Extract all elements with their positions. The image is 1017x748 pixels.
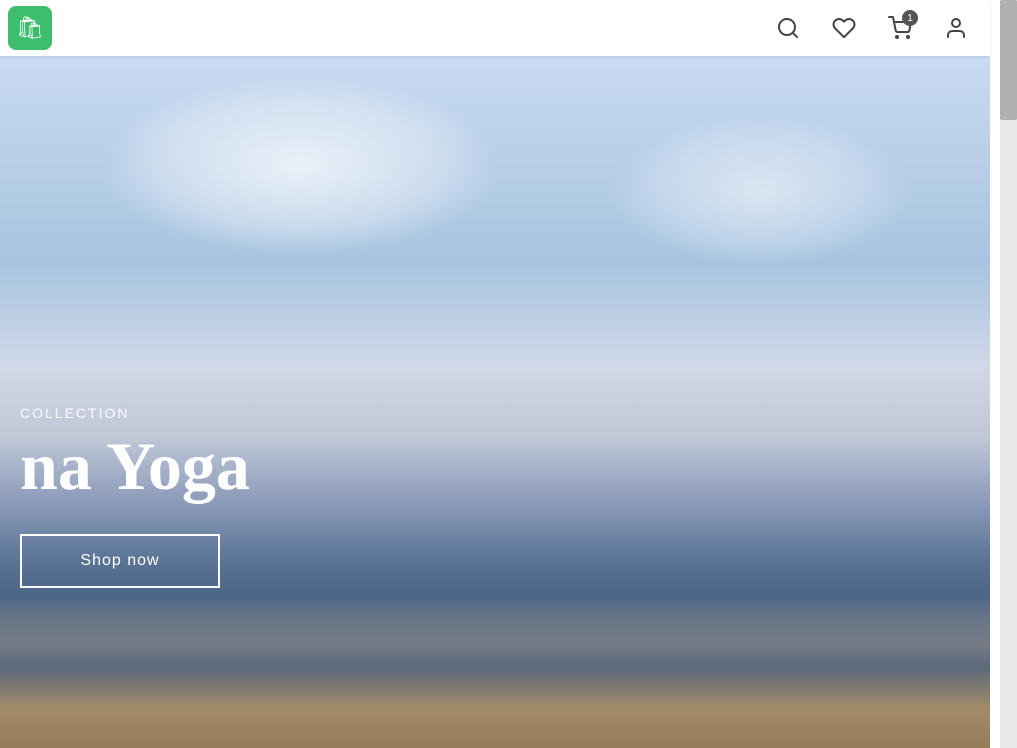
hero-content: COLLECTION na Yoga Shop now [20, 405, 250, 588]
scrollbar-thumb[interactable] [1000, 0, 1017, 120]
heart-icon [832, 16, 856, 40]
wishlist-button[interactable] [826, 10, 862, 46]
search-button[interactable] [770, 10, 806, 46]
account-icon [944, 16, 968, 40]
scrollbar-track[interactable] [1000, 0, 1017, 748]
shop-now-button[interactable]: Shop now [20, 534, 220, 588]
cart-button[interactable]: 1 [882, 10, 918, 46]
hero-background [0, 56, 990, 748]
hero-title: na Yoga [20, 429, 250, 504]
account-button[interactable] [938, 10, 974, 46]
header: 🛍 1 [0, 0, 990, 56]
header-icons: 1 [770, 10, 974, 46]
logo-container: 🛍 [8, 6, 52, 50]
hero-section: COLLECTION na Yoga Shop now [0, 56, 990, 748]
logo-button[interactable]: 🛍 [8, 6, 52, 50]
search-icon [776, 16, 800, 40]
logo-icon: 🛍 [16, 15, 44, 41]
cart-badge: 1 [902, 10, 918, 26]
collection-label: COLLECTION [20, 405, 250, 421]
